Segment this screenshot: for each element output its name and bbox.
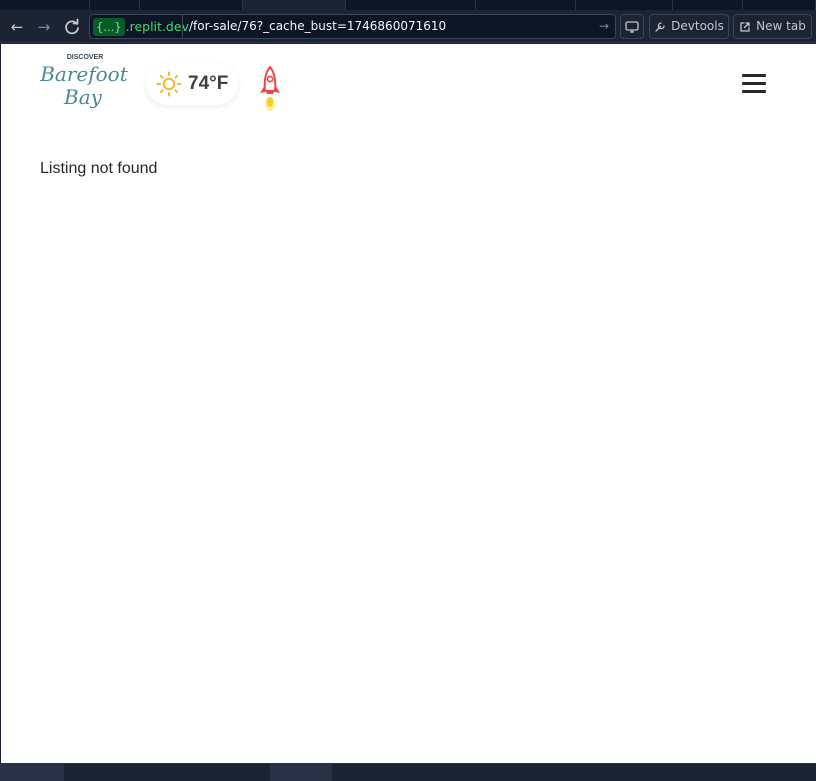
listing-not-found-message: Listing not found [40,160,158,177]
reload-glyph-icon [65,18,79,35]
url-field[interactable]: {...} .replit.dev /for-sale/76?_cache_bu… [89,14,616,39]
logo-line1-text: Barefoot [39,62,129,86]
devtools-tab[interactable] [270,764,332,781]
browser-tab-active[interactable] [243,0,346,10]
weather-widget[interactable]: 74°F [146,63,238,105]
devtools-label: Devtools [671,19,724,33]
logo-top-text: DISCOVER [67,54,104,61]
browser-tab[interactable] [0,0,90,10]
hamburger-line [742,90,766,93]
logo-line2-text: Bay [63,85,103,109]
site-logo[interactable]: DISCOVER Barefoot Bay [39,52,131,110]
monitor-icon [625,20,639,33]
devtools-tab[interactable] [0,764,64,781]
weather-temperature: 74°F [188,73,229,94]
reload-icon[interactable] [61,16,83,38]
hamburger-menu-icon[interactable] [742,74,766,94]
address-bar: ← → {...} .replit.dev /for-sale/76?_cach… [0,10,816,43]
url-separator [182,15,183,38]
browser-tab[interactable] [476,0,576,10]
back-icon[interactable]: ← [6,16,28,38]
external-link-icon [740,21,750,32]
browser-tab[interactable] [140,0,243,10]
devtools-tab[interactable] [64,764,270,781]
new-tab-button[interactable]: New tab [733,14,812,39]
browser-tab[interactable] [673,0,743,10]
browser-tab-strip [0,0,816,10]
hamburger-line [742,82,766,85]
new-tab-label: New tab [756,19,806,33]
browser-tab[interactable] [743,0,816,10]
url-domain-chip: {...} [93,18,125,36]
browser-tab[interactable] [576,0,673,10]
url-domain-suffix: .replit.dev [125,19,189,34]
forward-icon[interactable]: → [33,16,55,38]
url-domain: {...} .replit.dev [93,18,189,36]
responsive-view-button[interactable] [620,14,644,39]
devtools-tab-strip [0,763,816,781]
devtools-button[interactable]: Devtools [649,14,729,39]
url-path[interactable]: /for-sale/76?_cache_bust=1746860071610 [189,15,446,38]
browser-tab[interactable] [346,0,476,10]
browser-tab[interactable] [90,0,140,10]
page-viewport: DISCOVER Barefoot Bay 74°F Listing not f… [1,44,816,763]
sun-icon [156,71,182,97]
go-arrow-icon[interactable]: → [599,15,609,38]
wrench-icon [655,21,665,32]
hamburger-line [742,74,766,77]
rocket-icon[interactable] [257,64,283,114]
